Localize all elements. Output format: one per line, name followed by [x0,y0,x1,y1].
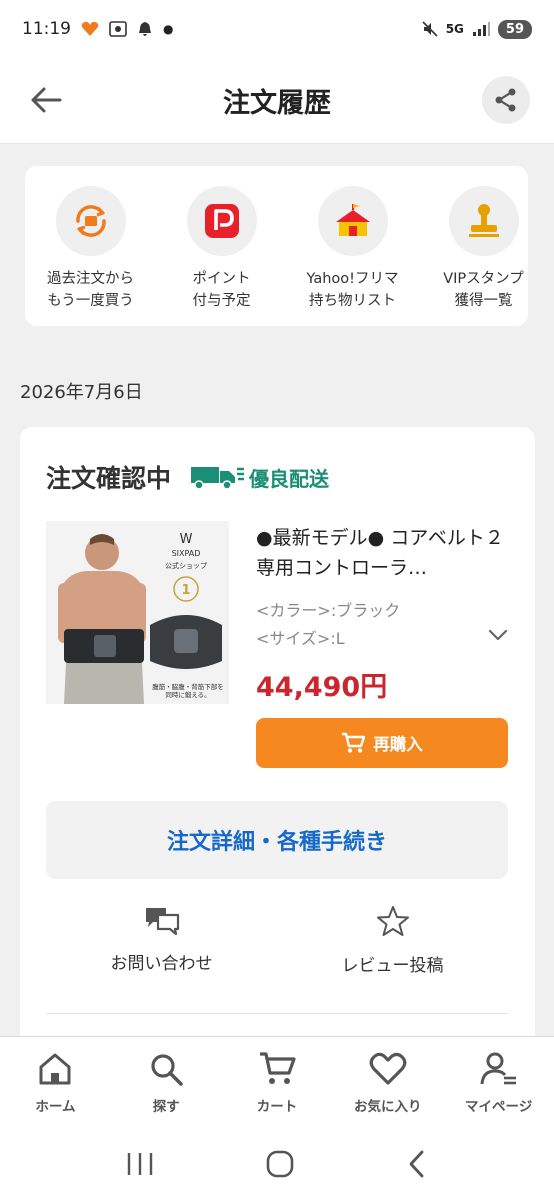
cart-icon [342,732,366,753]
cart-icon [259,1052,296,1084]
quick-links-card: 過去注文から もう一度買う ポイント 付与予定 Yahoo!フリマ 持ち物リスト VI… [25,166,528,326]
expand-attributes-button[interactable] [486,623,510,647]
quick-link-icon-wrap [448,186,519,256]
contact-button[interactable]: お問い合わせ [46,905,277,976]
search-icon [151,1054,183,1086]
back-button[interactable] [24,78,68,122]
quick-link-label: VIPスタンプ 獲得一覧 [443,271,524,309]
status-bar: 11:19 ● 5G 59 [0,0,554,58]
delivery-truck-icon [191,467,245,490]
nav-label: お気に入り [354,1099,422,1115]
bottom-nav: ホーム 探す カート お気に入り マイページ [0,1036,554,1128]
quick-link-label: 過去注文から もう一度買う [47,271,134,309]
nav-home[interactable]: ホーム [0,1037,111,1128]
order-date: 2026年7月6日 [20,382,143,403]
card-divider [46,1013,508,1014]
shipping-badge-label: 優良配送 [249,466,330,491]
order-detail-button[interactable]: 注文詳細・各種手続き [46,801,508,879]
home-button-icon[interactable] [265,1149,295,1179]
shipping-badge: 優良配送 [189,463,329,492]
product-price: 44,490円 [256,672,388,703]
signal-icon [472,22,490,36]
review-button[interactable]: レビュー投稿 [277,905,508,976]
order-status: 注文確認中 [46,464,172,493]
chat-bubbles-icon [145,908,179,935]
back-nav-icon[interactable] [405,1149,429,1179]
order-card: 注文確認中 優良配送 W SIXPAD 公式ショップ 1 腹筋・脇腹・背筋下部を… [20,427,535,1047]
paypay-points-icon [204,204,239,238]
app-notification-icon [81,21,99,36]
stamp-icon [468,204,499,237]
contact-label: お問い合わせ [110,954,213,974]
product-image-shop: 公式ショップ [165,561,207,570]
nav-mypage[interactable]: マイページ [443,1037,554,1128]
quick-link-points[interactable]: ポイント 付与予定 [156,186,287,312]
heart-icon [369,1052,407,1085]
product-image[interactable]: W SIXPAD 公式ショップ 1 腹筋・脇腹・背筋下部を同時に鍛える。 [46,521,229,704]
product-title[interactable]: ●最新モデル● コアベルト２専用コントローラ… [256,523,512,583]
arrow-left-icon [31,87,62,113]
quick-link-label: Yahoo!フリマ 持ち物リスト [306,271,399,309]
quick-link-icon-wrap [317,186,388,256]
dot-icon: ● [163,22,174,36]
nav-search[interactable]: 探す [111,1037,222,1128]
recent-apps-icon[interactable] [125,1151,155,1177]
order-status-row: 注文確認中 優良配送 [46,459,329,495]
nav-label: マイページ [464,1099,533,1115]
chevron-down-icon [488,629,508,641]
quick-links-list: 過去注文から もう一度買う ポイント 付与予定 Yahoo!フリマ 持ち物リスト VI… [25,166,528,312]
screenshot-icon [109,21,127,37]
nav-label: ホーム [35,1099,76,1115]
nav-favorites[interactable]: お気に入り [332,1037,443,1128]
rebuy-button[interactable]: 再購入 [256,718,508,768]
product-photo: W SIXPAD 公式ショップ 1 腹筋・脇腹・背筋下部を同時に鍛える。 [46,521,229,704]
system-nav-bar [0,1128,554,1200]
quick-link-icon-wrap [186,186,257,256]
rebuy-label: 再購入 [373,735,423,754]
app-header: 注文履歴 [0,58,554,144]
nav-label: 探す [152,1099,180,1115]
quick-link-icon-wrap [55,186,126,256]
share-icon [495,88,516,112]
nav-label: カート [256,1099,298,1115]
quick-link-label: ポイント 付与予定 [192,271,251,309]
tent-icon [335,204,370,236]
reorder-cycle-icon [75,205,106,237]
nav-cart[interactable]: カート [222,1037,333,1128]
home-icon [39,1053,71,1085]
review-label: レビュー投稿 [341,956,444,976]
product-image-brand: SIXPAD [172,549,201,558]
quick-link-fleamarket[interactable]: Yahoo!フリマ 持ち物リスト [287,186,418,312]
mute-icon [422,21,438,37]
quick-link-vip-stamp[interactable]: VIPスタンプ 獲得一覧 [418,186,528,312]
product-color-attr: <カラー>:ブラック [256,601,401,620]
user-icon [480,1052,516,1085]
quick-link-reorder[interactable]: 過去注文から もう一度買う [25,186,156,312]
network-label: 5G [445,22,464,36]
product-size-attr: <サイズ>:L [256,629,345,648]
battery-indicator: 59 [497,19,532,39]
share-button[interactable] [482,76,530,124]
star-icon [376,906,409,936]
svg-text:W: W [180,532,193,547]
order-actions: お問い合わせ レビュー投稿 [46,905,508,976]
svg-text:1: 1 [181,583,190,598]
page-title: 注文履歴 [223,88,331,119]
notification-bell-icon [139,22,151,36]
status-time: 11:19 [22,19,71,39]
